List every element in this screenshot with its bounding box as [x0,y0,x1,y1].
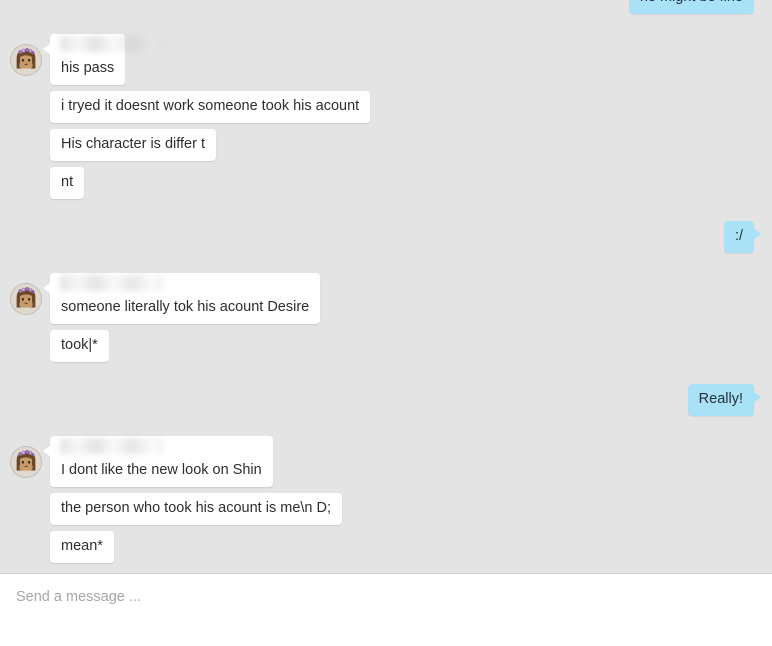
bubble-stack: he might be fine [628,0,762,20]
avatar[interactable] [10,44,42,76]
avatar[interactable] [10,446,42,478]
message-bubble[interactable]: nt [50,167,85,199]
message-bubble[interactable]: :/ [723,221,762,253]
message-group-outgoing: :/ [0,221,772,259]
message-bubble[interactable]: i tryed it doesnt work someone took his … [50,91,371,123]
message-bubble[interactable]: he might be fine [628,0,762,14]
message-group-incoming: I dont like the new look on Shin the pers… [0,436,772,569]
bubble-stack: I dont like the new look on Shin the pers… [43,436,343,569]
message-bubble[interactable]: took|* [50,330,109,362]
message-group-outgoing: Really! [0,384,772,422]
avatar[interactable] [10,283,42,315]
sender-name-redacted [60,275,164,291]
message-group-outgoing: he might be fine [0,0,772,20]
message-bubble[interactable]: Really! [687,384,762,416]
message-scroll-area[interactable]: he might be fine his passi tryed it doesn… [0,0,772,573]
message-list: he might be fine his passi tryed it doesn… [0,0,772,573]
sender-name-redacted [60,36,164,52]
message-bubble[interactable]: His character is differ t [50,129,216,161]
message-input[interactable] [0,574,772,646]
bubble-stack: someone literally tok his acount Desire t… [42,273,321,368]
compose-bar [0,573,772,646]
message-group-incoming: someone literally tok his acount Desire t… [0,273,772,368]
chat-application: he might be fine his passi tryed it doesn… [0,0,772,646]
sender-name-redacted [60,438,164,454]
message-bubble[interactable]: mean* [50,531,114,563]
message-bubble[interactable]: the person who took his acount is me\n D… [50,493,343,525]
bubble-stack: :/ [723,221,762,259]
bubble-stack: Really! [687,384,762,422]
bubble-stack: his pass i tryed it doesnt work someone t… [42,34,371,205]
message-group-incoming: his pass i tryed it doesnt work someone t… [0,34,772,205]
